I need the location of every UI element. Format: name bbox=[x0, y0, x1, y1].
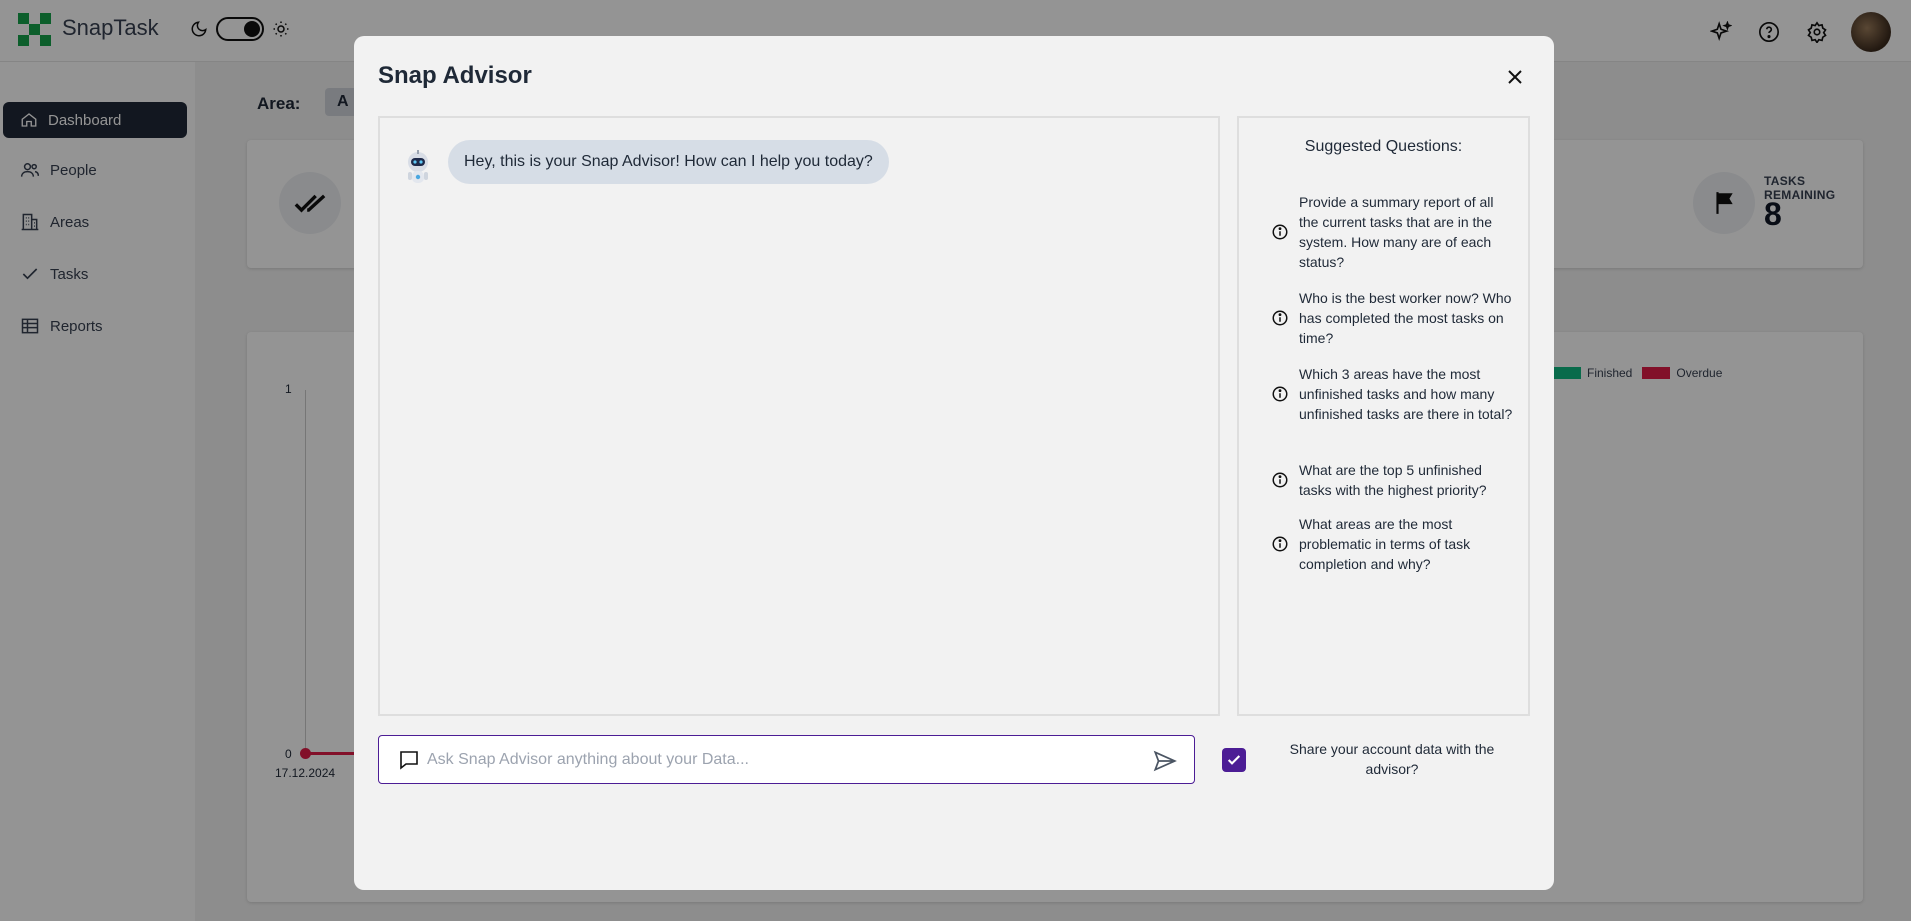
snap-advisor-modal: Snap Advisor Hey, this is your Snap Advi… bbox=[354, 36, 1554, 890]
suggested-question-text: Which 3 areas have the most unfinished t… bbox=[1299, 366, 1513, 422]
close-icon bbox=[1508, 70, 1522, 84]
suggested-question[interactable]: What areas are the most problematic in t… bbox=[1271, 514, 1516, 574]
modal-title: Snap Advisor bbox=[378, 62, 532, 89]
info-icon bbox=[1272, 472, 1288, 488]
chat-input[interactable] bbox=[427, 745, 1127, 775]
assistant-message-bubble: Hey, this is your Snap Advisor! How can … bbox=[448, 140, 889, 184]
info-icon bbox=[1272, 386, 1288, 402]
chat-panel: Hey, this is your Snap Advisor! How can … bbox=[378, 116, 1220, 716]
checkmark-icon bbox=[1227, 755, 1241, 765]
info-icon bbox=[1272, 310, 1288, 326]
chat-input-container bbox=[378, 735, 1195, 784]
info-icon bbox=[1272, 536, 1288, 552]
suggested-question[interactable]: Which 3 areas have the most unfinished t… bbox=[1271, 364, 1516, 424]
info-icon bbox=[1272, 224, 1288, 240]
share-data-label: Share your account data with the advisor… bbox=[1289, 741, 1495, 777]
suggested-question[interactable]: Provide a summary report of all the curr… bbox=[1271, 192, 1516, 272]
chat-bubble-icon bbox=[400, 751, 418, 770]
close-button[interactable] bbox=[1500, 62, 1530, 92]
suggested-question[interactable]: What are the top 5 unfinished tasks with… bbox=[1271, 460, 1516, 500]
send-icon[interactable] bbox=[1152, 748, 1178, 774]
suggested-question[interactable]: Who is the best worker now? Who has comp… bbox=[1271, 288, 1516, 348]
suggested-question-text: Who is the best worker now? Who has comp… bbox=[1299, 290, 1512, 346]
suggested-question-text: What are the top 5 unfinished tasks with… bbox=[1299, 462, 1487, 498]
suggested-question-text: Provide a summary report of all the curr… bbox=[1299, 194, 1494, 270]
suggested-questions-panel: Suggested Questions: Provide a summary r… bbox=[1237, 116, 1530, 716]
suggested-question-text: What areas are the most problematic in t… bbox=[1299, 516, 1471, 572]
share-data-checkbox[interactable] bbox=[1222, 748, 1246, 772]
suggested-questions-title: Suggested Questions: bbox=[1304, 138, 1463, 155]
robot-avatar-icon bbox=[408, 150, 428, 183]
